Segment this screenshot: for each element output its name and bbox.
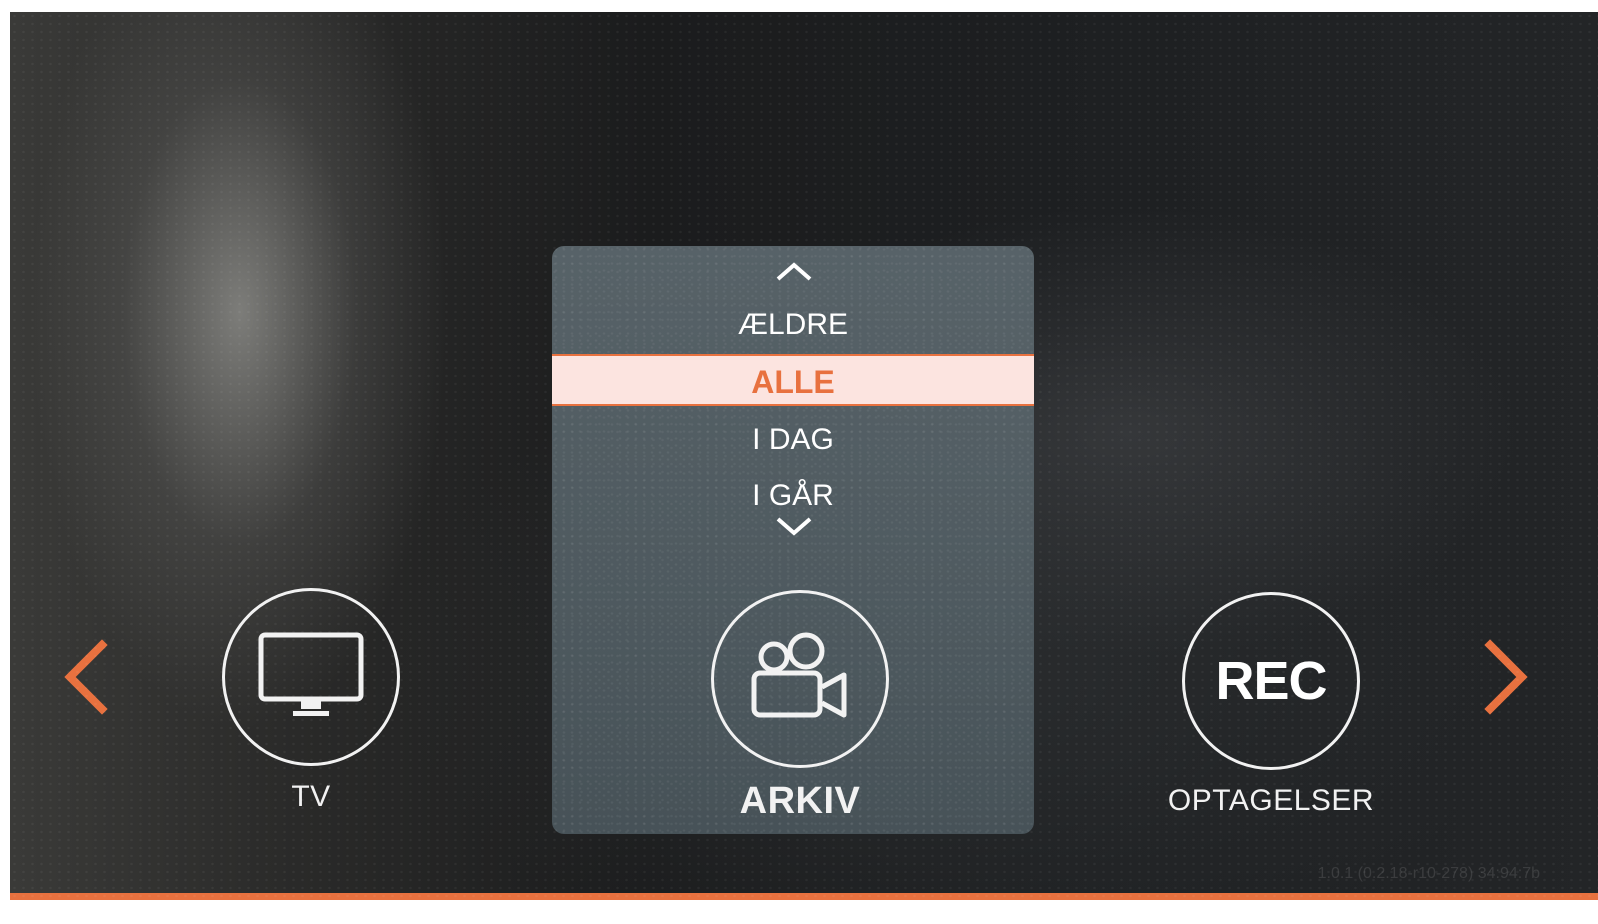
filter-option-i-gaar[interactable]: I GÅR: [552, 479, 1034, 513]
arkiv-tile-label: ARKIV: [739, 780, 861, 822]
scroll-down-button[interactable]: [774, 516, 814, 538]
scroll-up-button[interactable]: [774, 260, 814, 282]
video-camera-icon: [751, 632, 847, 718]
filter-option-alle-selected[interactable]: ALLE: [552, 354, 1034, 406]
tv-tile-label: TV: [291, 780, 331, 813]
filter-option-aeldre[interactable]: ÆLDRE: [552, 308, 1034, 342]
optagelser-tile-label: OPTAGELSER: [1167, 784, 1375, 817]
chevron-left-icon: [64, 639, 108, 715]
optagelser-tile-circle: REC: [1182, 592, 1360, 770]
tv-monitor-icon: [258, 632, 364, 716]
chevron-up-icon: [776, 262, 812, 281]
next-arrow-button[interactable]: [1476, 637, 1536, 717]
chevron-right-icon: [1484, 639, 1528, 715]
tv-tile[interactable]: TV: [191, 588, 431, 814]
chevron-down-icon: [776, 517, 812, 536]
arkiv-tile-circle: [711, 590, 889, 768]
previous-arrow-button[interactable]: [56, 637, 116, 717]
arkiv-tile[interactable]: ARKIV: [680, 590, 920, 823]
version-text: 1.0.1 (0.2.18-r10-278) 34:94:7b: [1317, 865, 1540, 882]
optagelser-tile[interactable]: REC OPTAGELSER: [1151, 592, 1391, 818]
bottom-accent-bar: [10, 893, 1598, 900]
filter-option-i-dag[interactable]: I DAG: [552, 423, 1034, 457]
tv-main-menu-screen: TV ÆLDRE ALLE I DAG I GÅR ARKIV REC OPTA…: [10, 12, 1598, 900]
tv-tile-circle: [222, 588, 400, 766]
rec-icon: REC: [1215, 651, 1327, 711]
